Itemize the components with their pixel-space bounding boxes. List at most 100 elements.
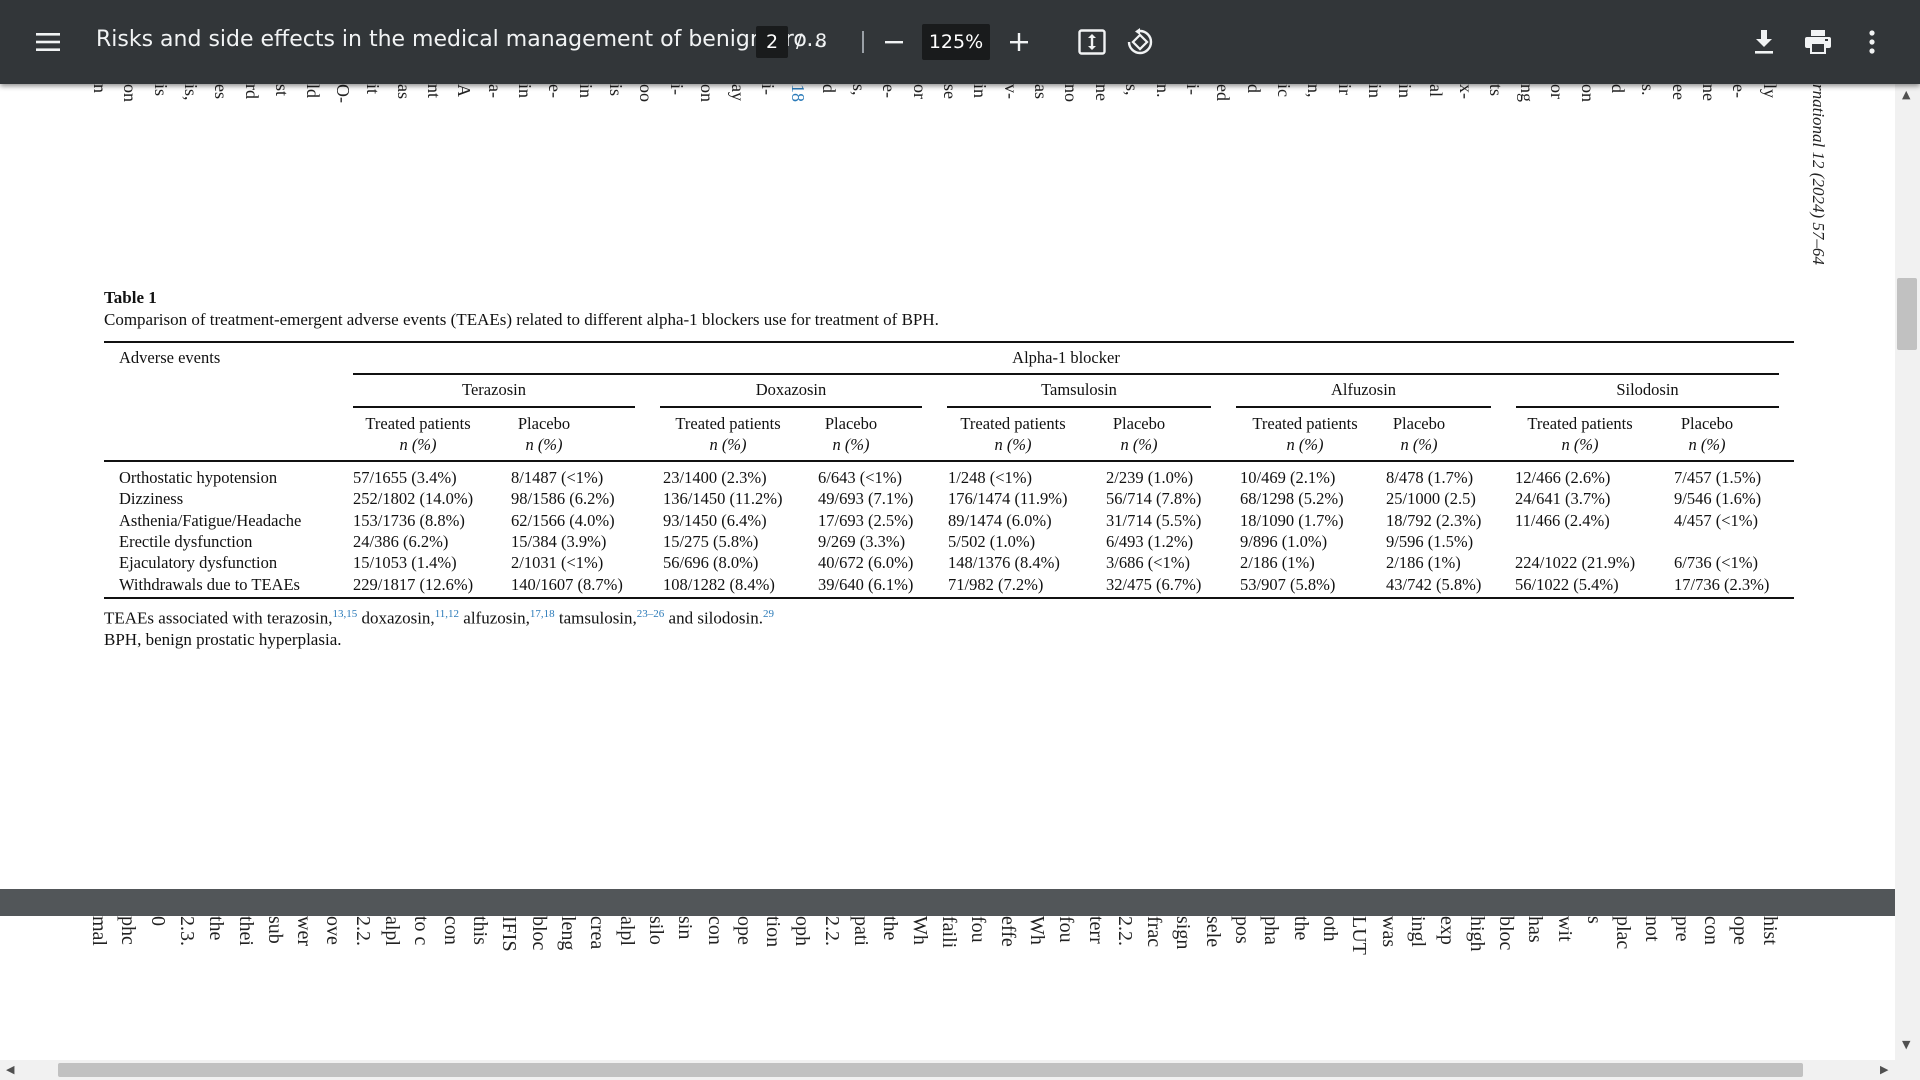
footnote-text: and silodosin. xyxy=(664,608,763,628)
table-cell: 5/502 (1.0%) xyxy=(948,531,1036,551)
rotated-fragment: i- xyxy=(666,84,687,95)
rotated-fragment: on xyxy=(1577,84,1598,102)
rotated-fragment: d xyxy=(1243,84,1264,93)
document-title: Risks and side effects in the medical ma… xyxy=(96,27,828,52)
zoom-out-button[interactable] xyxy=(870,18,918,66)
table-cell: 71/982 (7.2%) xyxy=(948,574,1044,594)
footnote-citation-link[interactable]: 23–26 xyxy=(637,608,665,620)
rotated-fragment: sin xyxy=(674,916,697,940)
rotated-fragment: silo xyxy=(644,916,667,945)
table-cell: 9/546 (1.6%) xyxy=(1674,489,1762,509)
rotate-button[interactable] xyxy=(1116,18,1164,66)
rotated-fragment: n, xyxy=(1304,84,1325,98)
table-cell: 31/714 (5.5%) xyxy=(1106,510,1202,530)
rotated-fragment: a- xyxy=(484,84,505,98)
subheader-treated: Treated patients xyxy=(1252,414,1358,433)
print-icon xyxy=(1805,30,1831,54)
zoom-in-button[interactable] xyxy=(995,18,1043,66)
scroll-right-arrow-icon[interactable]: ▶ xyxy=(1880,1063,1888,1076)
rotated-fragment: oo xyxy=(636,84,657,102)
row-label: Erectile dysfunction xyxy=(119,531,253,551)
rotated-fragment: ts xyxy=(1486,84,1507,97)
table-cell: 89/1474 (6.0%) xyxy=(948,510,1052,530)
drug-header: Tamsulosin xyxy=(1041,380,1117,399)
rotated-fragment: on xyxy=(120,84,141,102)
footnote-citation-link[interactable]: 17,18 xyxy=(530,608,555,620)
scroll-down-arrow-icon[interactable]: ▼ xyxy=(1902,1038,1910,1051)
rotated-fragment: A xyxy=(454,84,475,97)
print-button[interactable] xyxy=(1794,18,1842,66)
drug-header: Terazosin xyxy=(462,380,526,399)
table-cell: 17/736 (2.3%) xyxy=(1674,574,1770,594)
scroll-up-arrow-icon[interactable]: ▲ xyxy=(1902,88,1910,101)
rotated-fragment: was xyxy=(1377,916,1400,948)
menu-button[interactable] xyxy=(24,18,72,66)
rotated-fragment: e- xyxy=(879,84,900,98)
rotated-fragment: Wh xyxy=(1025,916,1048,945)
table-cell: 98/1586 (6.2%) xyxy=(511,489,615,509)
scroll-left-arrow-icon[interactable]: ◀ xyxy=(6,1063,14,1076)
zoom-level-input[interactable]: 125% xyxy=(922,24,990,60)
table-abbreviation-note: BPH, benign prostatic hyperplasia. xyxy=(104,630,342,649)
footnote-citation-link[interactable]: 13,15 xyxy=(333,608,358,620)
table-cell: 176/1474 (11.9%) xyxy=(948,489,1068,509)
rotated-fragment: es xyxy=(211,84,232,99)
subheader-unit: n (%) xyxy=(1561,435,1599,454)
rotated-fragment: ope xyxy=(732,916,755,945)
rotated-fragment: exp xyxy=(1436,916,1459,945)
page-separator: / xyxy=(796,30,803,52)
rotated-fragment: tion xyxy=(762,916,785,948)
rotated-fragment: or xyxy=(909,84,930,99)
plus-icon xyxy=(1010,33,1028,51)
subheader-placebo: Placebo xyxy=(1392,414,1446,433)
rotated-fragment: hist xyxy=(1758,916,1781,945)
subheader-unit: n (%) xyxy=(1688,435,1726,454)
rotated-fragment: in xyxy=(515,84,535,99)
rotate-icon xyxy=(1127,28,1153,55)
rotated-fragment: faili xyxy=(938,916,960,949)
download-button[interactable] xyxy=(1740,18,1788,66)
vertical-scroll-thumb[interactable] xyxy=(1897,278,1917,350)
page-number-input[interactable]: 2 xyxy=(756,26,788,58)
rotated-fragment: fou xyxy=(1055,916,1078,943)
fit-to-page-button[interactable] xyxy=(1068,18,1116,66)
total-pages: 8 xyxy=(815,30,828,52)
table-cell: 2/186 (1%) xyxy=(1386,553,1461,573)
rotated-fragment: n. xyxy=(1152,84,1173,98)
rotated-fragment: oth xyxy=(1319,916,1342,942)
rotated-fragment: to c xyxy=(410,916,433,946)
rotated-fragment: or xyxy=(1547,84,1568,99)
row-label: Asthenia/Fatigue/Headache xyxy=(119,510,302,530)
rotated-fragment: pos xyxy=(1231,916,1254,944)
footnote-citation-link[interactable]: 11,12 xyxy=(435,608,459,620)
footnote-citation-link[interactable]: 29 xyxy=(763,608,774,620)
rotated-fragment: con xyxy=(1700,916,1723,945)
table-cell: 6/736 (<1%) xyxy=(1674,553,1758,573)
pdf-viewer[interactable]: n on is is, es rd st ld O-it as nt Aa-in e-in is oo i-o… xyxy=(0,84,1895,1060)
table-cell: 24/386 (6.2%) xyxy=(353,531,449,551)
table-cell: 32/475 (6.7%) xyxy=(1106,574,1202,594)
rotated-fragment: LUT xyxy=(1348,916,1371,955)
subheader-placebo: Placebo xyxy=(1112,414,1166,433)
rotated-fragment: d xyxy=(818,84,839,93)
rotated-fragment: thei xyxy=(234,916,257,946)
table-cell: 12/466 (2.6%) xyxy=(1515,468,1611,487)
rotated-fragment: sign xyxy=(1172,916,1195,950)
table-footnote: TEAEs associated with terazosin,13,15 do… xyxy=(104,608,774,629)
fit-to-page-icon xyxy=(1078,29,1106,55)
rotated-fragment: s. xyxy=(1638,84,1659,96)
footnote-text: alfuzosin, xyxy=(459,608,530,628)
vertical-scrollbar[interactable] xyxy=(1895,84,1920,1060)
table-cell: 57/1655 (3.4%) xyxy=(353,468,457,487)
table-cell: 4/457 (<1%) xyxy=(1674,510,1758,530)
rotated-fragment: sele xyxy=(1201,916,1224,948)
rotated-fragment: 2.2. xyxy=(351,916,374,946)
rotated-fragment: e- xyxy=(1729,84,1750,98)
more-vert-icon xyxy=(1869,30,1875,54)
more-actions-button[interactable] xyxy=(1848,18,1896,66)
rotated-fragment: this xyxy=(469,916,492,945)
drug-header-rule xyxy=(353,406,635,408)
horizontal-scroll-thumb[interactable] xyxy=(58,1063,1803,1077)
table-cell: 7/457 (1.5%) xyxy=(1674,468,1762,487)
hamburger-menu-icon xyxy=(36,33,60,51)
